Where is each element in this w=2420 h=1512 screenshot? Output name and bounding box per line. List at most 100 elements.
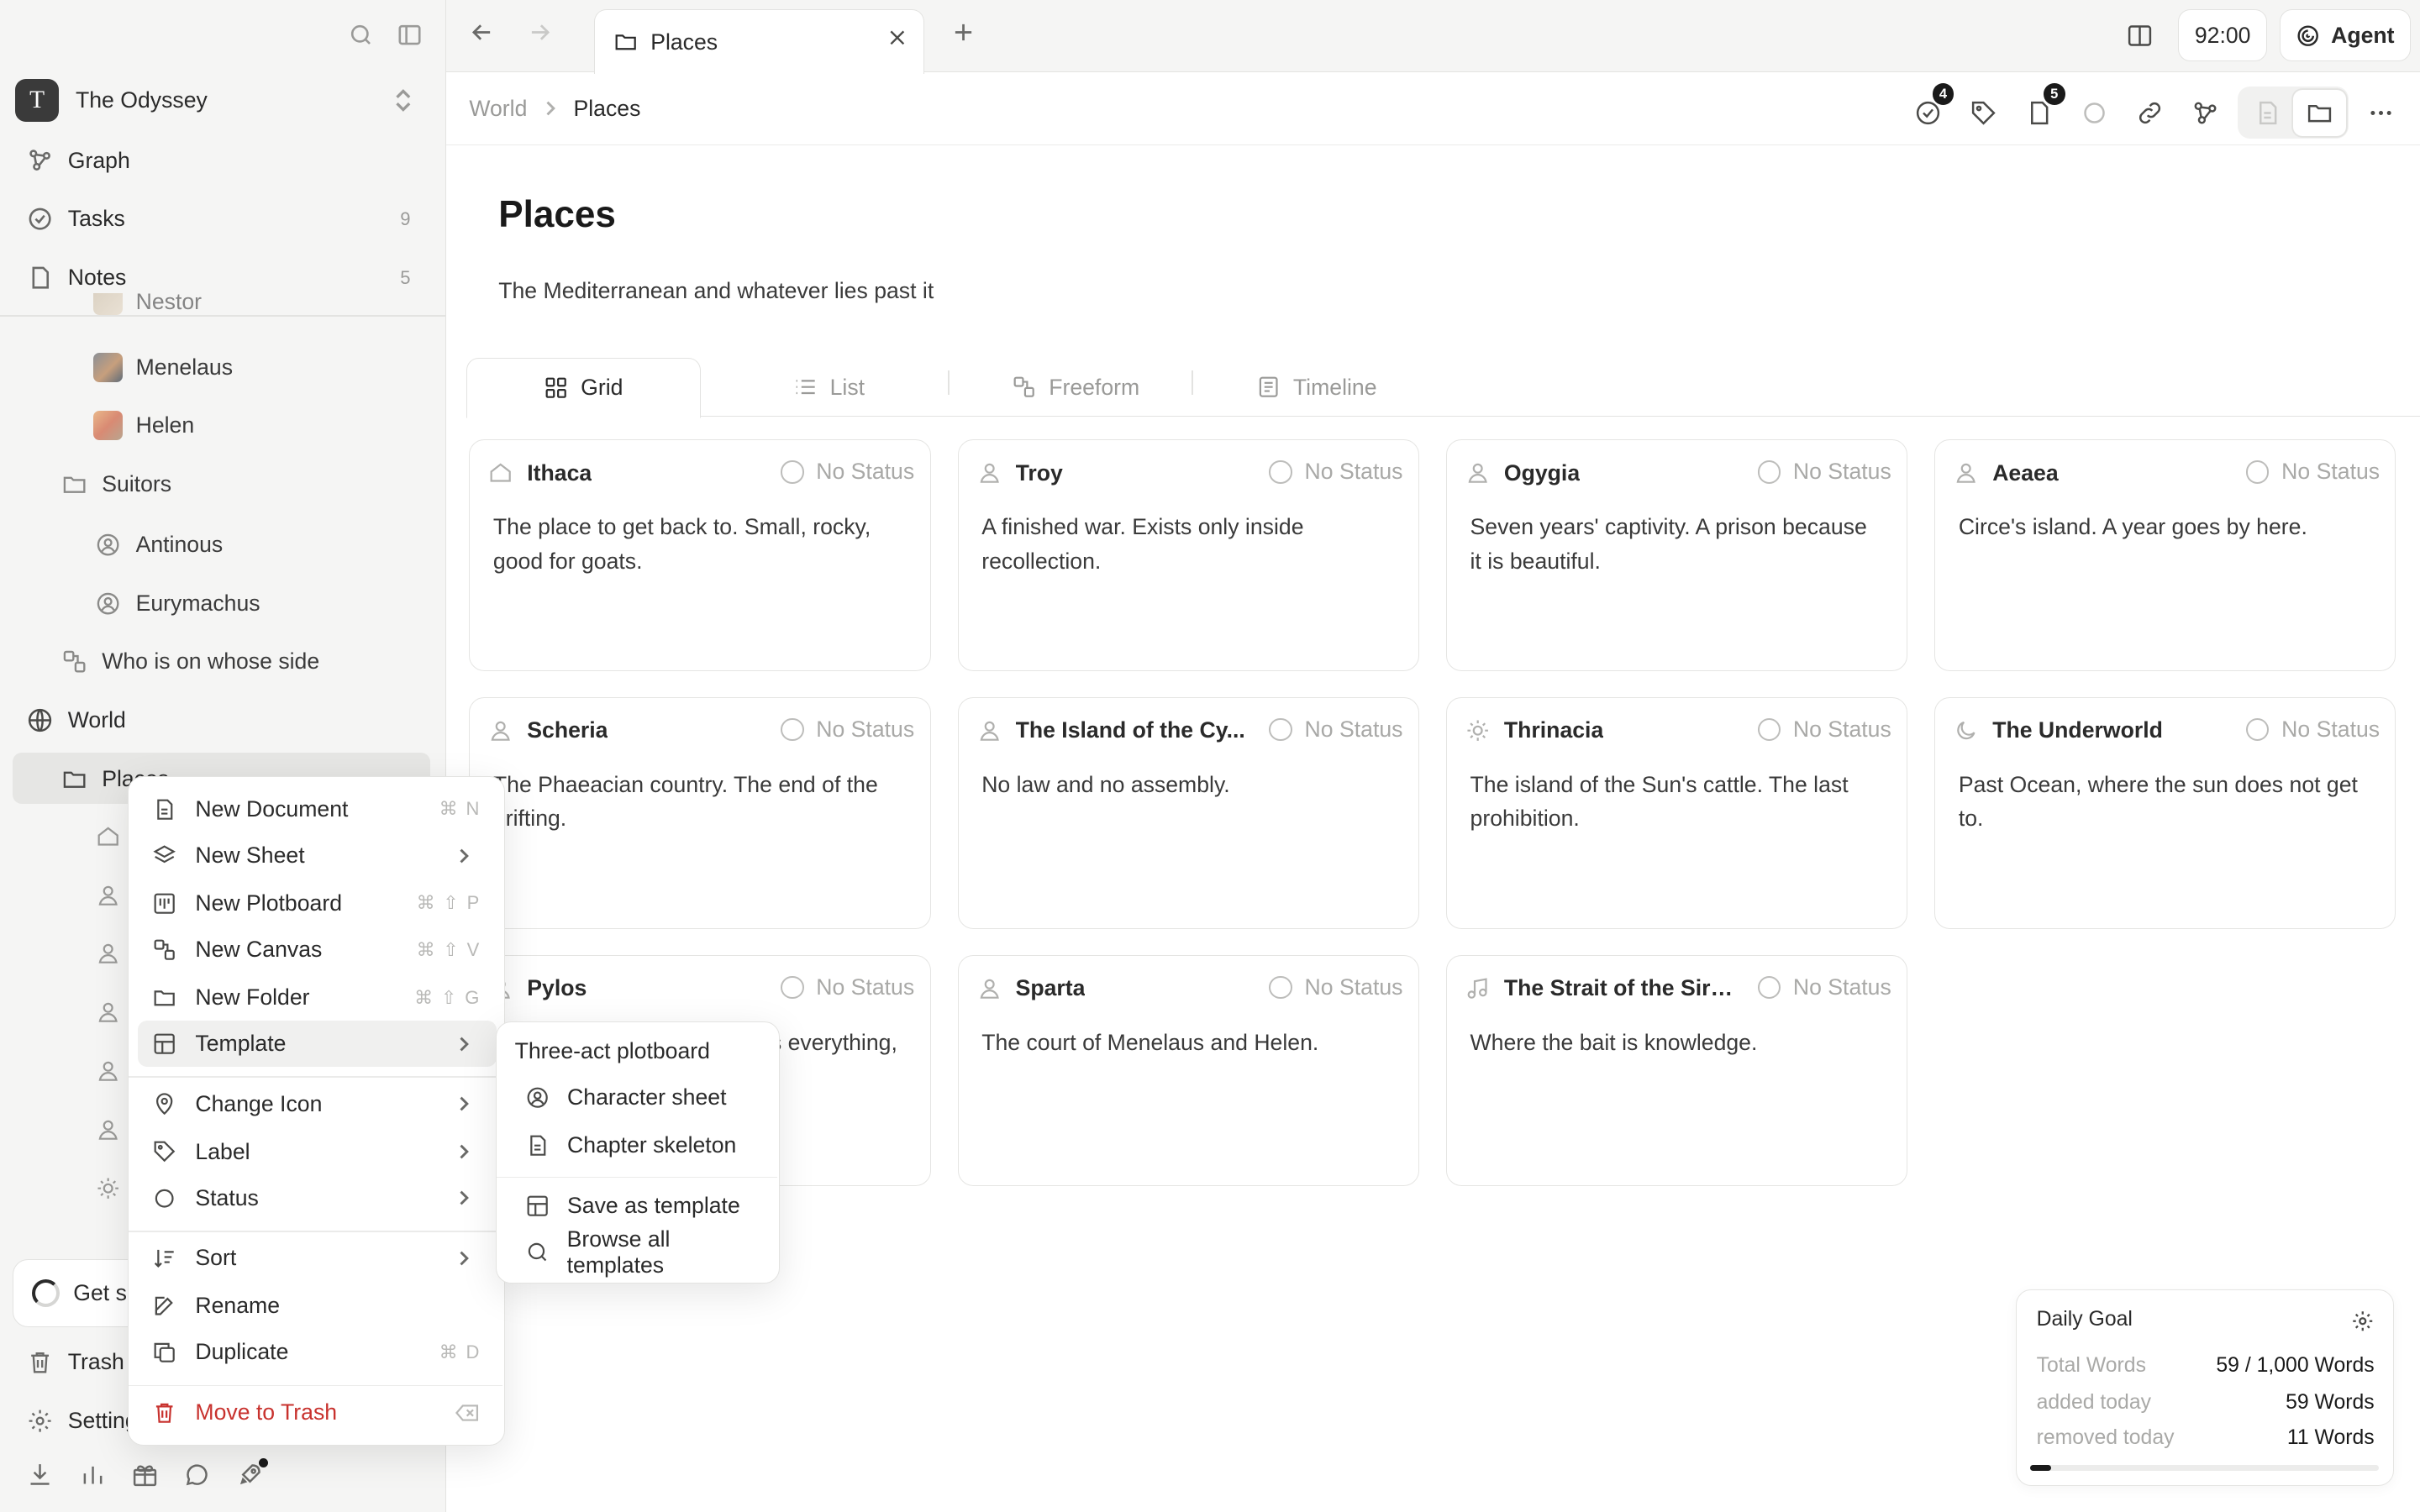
place-card[interactable]: Ogygia No Status Seven years' captivity. A… [1445, 439, 1908, 671]
status-selector[interactable]: No Status [781, 459, 914, 485]
place-card[interactable]: The Underworld No Status Past Ocean, where… [1934, 697, 2396, 929]
status-selector[interactable]: No Status [1757, 717, 1891, 743]
menu-item-new-sheet[interactable]: New Sheet [138, 832, 496, 879]
menu-item-change-icon[interactable]: Change Icon [138, 1081, 496, 1127]
place-card[interactable]: Aeaea No Status Circe's island. A year goe… [1934, 439, 2396, 671]
place-card[interactable]: The Strait of the Sirens No Status Where t… [1445, 954, 1908, 1187]
tab-places[interactable]: Places [594, 9, 925, 75]
page-description[interactable]: The Mediterranean and whatever lies past… [498, 278, 934, 304]
agent-swirl-icon [2296, 24, 2320, 48]
folder-view-button[interactable] [2293, 89, 2346, 136]
sidebar-item-graph[interactable]: Graph [24, 137, 419, 183]
tree-item-antinous[interactable]: Antinous [92, 522, 223, 568]
submenu-item-character-sheet[interactable]: Character sheet [506, 1074, 771, 1121]
tab-grid[interactable]: Grid [466, 358, 701, 418]
place-card[interactable]: Thrinacia No Status The island of the Sun'… [1445, 697, 1908, 929]
label-tool-button[interactable] [1960, 90, 2007, 136]
tree-item-suitors[interactable]: Suitors [59, 461, 171, 507]
sidebar-item-tasks[interactable]: Tasks 9 [24, 196, 419, 242]
more-options-button[interactable] [2358, 90, 2404, 136]
rocket-icon[interactable] [234, 1457, 269, 1492]
timer-button[interactable]: 92:00 [2178, 9, 2267, 62]
new-tab-icon[interactable] [950, 18, 977, 46]
status-circle-icon [1269, 975, 1292, 1000]
status-selector[interactable]: No Status [1757, 459, 1891, 485]
place-card[interactable]: Sparta No Status The court of Menelaus and… [957, 954, 1419, 1187]
link-tool-button[interactable] [2127, 90, 2173, 136]
submenu-item-chapter-skeleton[interactable]: Chapter skeleton [506, 1122, 771, 1168]
graph-tool-button[interactable] [2182, 90, 2228, 136]
sidebar-item-notes[interactable]: Notes 5 [24, 255, 419, 301]
submenu-item-browse-all-templates[interactable]: Browse all templates [506, 1226, 771, 1278]
tab-list[interactable]: List [713, 358, 945, 417]
stats-icon[interactable] [77, 1458, 108, 1492]
goal-progress-fill [2030, 1465, 2051, 1472]
tree-item-world[interactable]: World [24, 697, 126, 743]
status-selector[interactable]: No Status [1269, 459, 1402, 485]
sidebar-toggle-icon[interactable] [396, 22, 424, 48]
tree-item-helen[interactable]: Helen [92, 402, 194, 449]
tree-item-menelaus[interactable]: Menelaus [92, 344, 233, 391]
breadcrumb-world[interactable]: World [469, 96, 527, 122]
goal-added-row: added today 59 Words [2036, 1390, 2375, 1414]
card-header: Troy No Status [977, 458, 1402, 489]
place-card[interactable]: Scheria No Status The Phaeacian country. T… [469, 697, 931, 929]
agent-button[interactable]: Agent [2279, 9, 2411, 62]
tasks-tool-button[interactable]: 4 [1905, 83, 1954, 136]
menu-item-duplicate[interactable]: Duplicate ⌘ D [138, 1329, 496, 1375]
page-title[interactable]: Places [498, 194, 616, 236]
status-selector[interactable]: No Status [1269, 974, 1402, 1000]
tree-item-who-side[interactable]: Who is on whose side [59, 638, 319, 685]
download-icon[interactable] [24, 1458, 55, 1492]
menu-item-new-canvas[interactable]: New Canvas ⌘ ⇧ V [138, 927, 496, 973]
close-icon[interactable] [886, 27, 908, 49]
tab-freeform[interactable]: Freeform [960, 358, 1192, 417]
menu-item-sort[interactable]: Sort [138, 1235, 496, 1281]
documents-tool-button[interactable]: 5 [2016, 83, 2065, 136]
submenu-item-three-act-plotboard[interactable]: Three-act plotboard [506, 1028, 771, 1074]
menu-item-status[interactable]: Status [138, 1175, 496, 1221]
menu-item-rename[interactable]: Rename [138, 1283, 496, 1329]
submenu-item-save-as-template[interactable]: Save as template [506, 1183, 771, 1229]
document-view-button[interactable] [2241, 90, 2293, 136]
document-icon [524, 1133, 552, 1158]
back-arrow-icon[interactable] [468, 18, 496, 46]
forward-arrow-icon[interactable] [526, 18, 554, 46]
person-icon [96, 1117, 120, 1142]
person-icon [977, 718, 1002, 743]
tab-timeline[interactable]: Timeline [1201, 358, 1433, 417]
tab-label: List [829, 374, 865, 400]
tree-item-eurymachus[interactable]: Eurymachus [92, 580, 260, 627]
split-view-icon[interactable] [2113, 9, 2165, 61]
search-icon[interactable] [348, 22, 374, 48]
daily-goal-title: Daily Goal [2036, 1307, 2133, 1331]
status-selector[interactable]: No Status [781, 717, 914, 743]
menu-item-move-to-trash[interactable]: Move to Trash [138, 1389, 496, 1436]
tab-label: Timeline [1292, 374, 1377, 400]
tree-item-nestor-partial[interactable]: Nestor [92, 292, 202, 315]
status-selector[interactable]: No Status [1269, 717, 1402, 743]
workspace-switcher[interactable]: T The Odyssey [15, 77, 429, 123]
menu-item-new-folder[interactable]: New Folder ⌘ ⇧ G [138, 974, 496, 1021]
menu-item-new-document[interactable]: New Document ⌘ N [138, 786, 496, 832]
shortcut-label: ⌘ N [439, 798, 481, 820]
place-card[interactable]: The Island of the Cy... No Status No law a… [957, 697, 1419, 929]
status-selector[interactable]: No Status [781, 974, 914, 1000]
status-selector[interactable]: No Status [2245, 459, 2380, 485]
status-selector[interactable]: No Status [1757, 974, 1891, 1000]
status-tool-button[interactable] [2071, 90, 2118, 136]
menu-item-label[interactable]: Label [138, 1129, 496, 1175]
menu-item-new-plotboard[interactable]: New Plotboard ⌘ ⇧ P [138, 880, 496, 927]
place-card[interactable]: Ithaca No Status The place to get back to.… [469, 439, 931, 671]
status-selector[interactable]: No Status [2245, 717, 2380, 743]
menu-item-template[interactable]: Template [138, 1021, 497, 1068]
gear-icon[interactable] [2351, 1310, 2375, 1333]
place-card[interactable]: Troy No Status A finished war. Exists only… [957, 439, 1419, 671]
note-icon [24, 265, 55, 291]
gift-icon[interactable] [129, 1458, 160, 1492]
shortcut-label: ⌘ ⇧ P [416, 892, 481, 914]
workspace-avatar: T [15, 78, 59, 123]
person-icon [488, 718, 513, 743]
sun-icon [96, 1176, 120, 1200]
chat-icon[interactable] [182, 1458, 213, 1492]
